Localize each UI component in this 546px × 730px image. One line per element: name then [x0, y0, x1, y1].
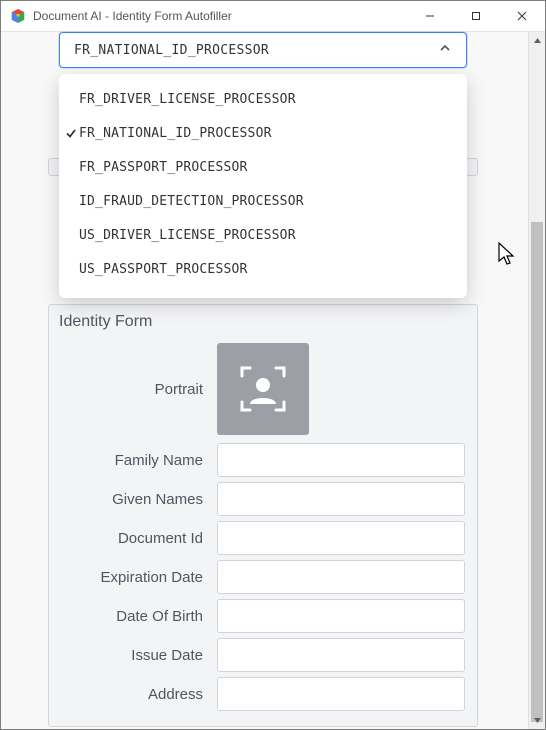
- dropdown-option[interactable]: US_DRIVER_LICENSE_PROCESSOR: [59, 218, 467, 252]
- close-button[interactable]: [499, 1, 545, 31]
- dropdown-option[interactable]: US_PASSPORT_PROCESSOR: [59, 252, 467, 286]
- dropdown-option-label: FR_PASSPORT_PROCESSOR: [79, 160, 248, 175]
- identity-form-panel: Identity Form Portrait Family Name Given …: [48, 304, 478, 727]
- field-label: Family Name: [49, 452, 217, 469]
- portrait-row: Portrait: [49, 343, 477, 435]
- field-input[interactable]: [217, 482, 465, 516]
- field-label: Given Names: [49, 491, 217, 508]
- field-label: Address: [49, 686, 217, 703]
- field-input[interactable]: [217, 560, 465, 594]
- dropdown-list: FR_DRIVER_LICENSE_PROCESSOR FR_NATIONAL_I…: [59, 74, 467, 298]
- field-label: Document Id: [49, 530, 217, 547]
- maximize-button[interactable]: [453, 1, 499, 31]
- identity-form-title: Identity Form: [49, 305, 477, 343]
- dropdown-option-label: US_PASSPORT_PROCESSOR: [79, 262, 248, 277]
- dropdown-option-label: ID_FRAUD_DETECTION_PROCESSOR: [79, 194, 304, 209]
- field-label: Expiration Date: [49, 569, 217, 586]
- minimize-button[interactable]: [407, 1, 453, 31]
- application-window: Document AI - Identity Form Autofiller I…: [0, 0, 546, 730]
- dropdown-selected[interactable]: FR_NATIONAL_ID_PROCESSOR: [59, 32, 467, 68]
- titlebar[interactable]: Document AI - Identity Form Autofiller: [1, 1, 545, 32]
- portrait-label: Portrait: [49, 381, 217, 398]
- processor-dropdown[interactable]: FR_NATIONAL_ID_PROCESSOR FR_DRIVER_LICEN…: [59, 32, 467, 298]
- dropdown-option[interactable]: FR_DRIVER_LICENSE_PROCESSOR: [59, 82, 467, 116]
- form-row: Document Id: [49, 521, 477, 555]
- client-area: Identity Form Portrait Family Name Given …: [1, 32, 528, 729]
- dropdown-option[interactable]: FR_NATIONAL_ID_PROCESSOR: [59, 116, 467, 150]
- dropdown-option[interactable]: FR_PASSPORT_PROCESSOR: [59, 150, 467, 184]
- field-input[interactable]: [217, 677, 465, 711]
- dropdown-option[interactable]: ID_FRAUD_DETECTION_PROCESSOR: [59, 184, 467, 218]
- vertical-scrollbar[interactable]: [528, 32, 545, 729]
- dropdown-option-label: US_DRIVER_LICENSE_PROCESSOR: [79, 228, 296, 243]
- scroll-up-button[interactable]: [529, 32, 546, 49]
- chevron-up-icon: [438, 41, 452, 60]
- app-icon: [9, 7, 27, 25]
- dropdown-option-label: FR_NATIONAL_ID_PROCESSOR: [79, 126, 272, 141]
- field-input[interactable]: [217, 443, 465, 477]
- form-row: Issue Date: [49, 638, 477, 672]
- form-row: Date Of Birth: [49, 599, 477, 633]
- scroll-down-button[interactable]: [529, 712, 546, 729]
- field-label: Date Of Birth: [49, 608, 217, 625]
- scroll-thumb[interactable]: [531, 222, 543, 722]
- portrait-scan-icon: [236, 362, 290, 416]
- mouse-cursor-icon: [498, 242, 518, 273]
- field-input[interactable]: [217, 521, 465, 555]
- check-icon: [63, 126, 79, 140]
- portrait-placeholder[interactable]: [217, 343, 309, 435]
- field-input[interactable]: [217, 599, 465, 633]
- window-title: Document AI - Identity Form Autofiller: [33, 9, 407, 23]
- form-row: Expiration Date: [49, 560, 477, 594]
- field-input[interactable]: [217, 638, 465, 672]
- form-row: Address: [49, 677, 477, 711]
- field-label: Issue Date: [49, 647, 217, 664]
- form-row: Family Name: [49, 443, 477, 477]
- form-row: Given Names: [49, 482, 477, 516]
- dropdown-option-label: FR_DRIVER_LICENSE_PROCESSOR: [79, 92, 296, 107]
- dropdown-selected-text: FR_NATIONAL_ID_PROCESSOR: [74, 43, 269, 58]
